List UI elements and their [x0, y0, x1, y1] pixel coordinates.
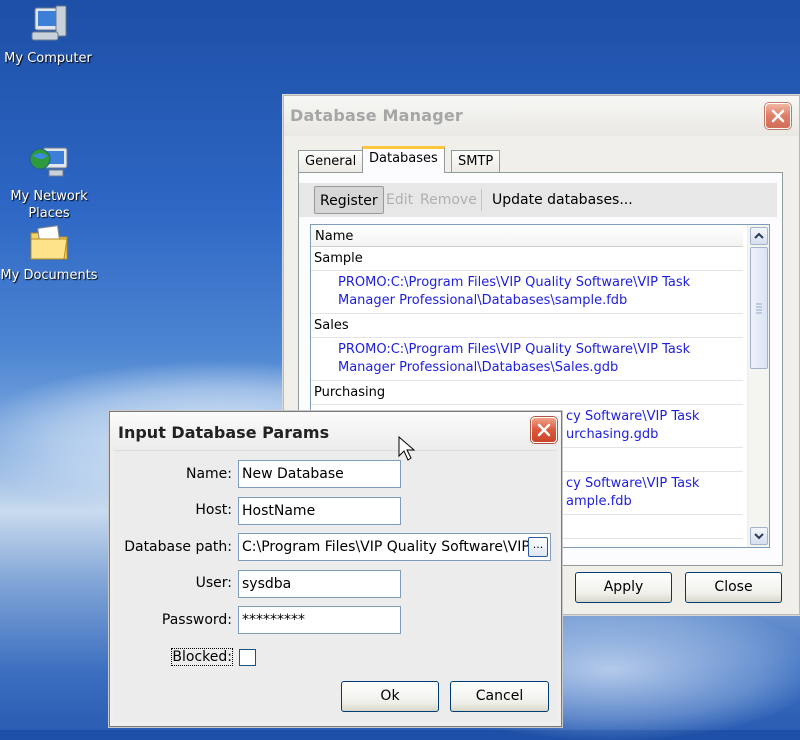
- desktop-icon-label: My Documents: [0, 268, 98, 283]
- grip-icon: [756, 303, 762, 314]
- scroll-down-button[interactable]: [750, 527, 768, 545]
- database-path-field[interactable]: C:\Program Files\VIP Quality Software\VI…: [238, 533, 551, 561]
- toolbar-separator: [481, 189, 482, 211]
- documents-folder-icon: [27, 221, 71, 265]
- mouse-pointer-icon: [398, 436, 416, 461]
- chevron-up-icon: [754, 232, 764, 239]
- password-label: Password:: [161, 612, 232, 628]
- ok-button[interactable]: Ok: [341, 681, 439, 712]
- tab-general[interactable]: General: [298, 150, 364, 172]
- scroll-thumb[interactable]: [750, 247, 768, 369]
- dialog-body: Name: New Database Host: HostName Databa…: [114, 450, 557, 722]
- remove-button[interactable]: Remove: [415, 186, 482, 214]
- host-field[interactable]: HostName: [238, 497, 401, 525]
- list-group-row[interactable]: Purchasing: [311, 381, 743, 405]
- desktop-icon-my-documents[interactable]: My Documents: [0, 221, 99, 284]
- close-dialog-button[interactable]: [531, 417, 557, 443]
- name-label: Name:: [185, 466, 232, 482]
- browse-button[interactable]: ...: [528, 537, 548, 557]
- list-group-row[interactable]: Sample: [311, 247, 743, 271]
- network-places-icon: [27, 125, 71, 177]
- edit-button[interactable]: Edit: [381, 186, 418, 214]
- blocked-checkbox[interactable]: [239, 649, 256, 666]
- blocked-label-text: Blocked:: [171, 648, 233, 666]
- desktop-icon-label: My Network Places: [10, 189, 88, 221]
- database-path-label: Database path:: [124, 539, 232, 555]
- vertical-scrollbar[interactable]: [747, 225, 769, 547]
- close-window-button[interactable]: [765, 103, 791, 129]
- close-icon: [537, 423, 551, 437]
- desktop-icon-label: My Computer: [4, 51, 92, 66]
- scroll-up-button[interactable]: [750, 227, 768, 245]
- blocked-label: Blocked:: [114, 648, 233, 666]
- title-bar[interactable]: Input Database Params: [110, 412, 561, 450]
- apply-button[interactable]: Apply: [575, 572, 672, 603]
- dialog-title: Input Database Params: [118, 423, 330, 442]
- column-header-name[interactable]: Name: [311, 225, 743, 247]
- window-title: Database Manager: [290, 106, 464, 125]
- close-button[interactable]: Close: [685, 572, 782, 603]
- desktop-icon-my-computer[interactable]: My Computer: [0, 4, 98, 67]
- password-field[interactable]: *********: [238, 606, 401, 634]
- toolbar: Register Edit Remove Update databases...: [299, 183, 777, 217]
- title-bar[interactable]: Database Manager: [284, 96, 799, 136]
- input-database-params-dialog: Input Database Params Name: New Database…: [109, 411, 562, 727]
- cancel-button[interactable]: Cancel: [450, 681, 549, 712]
- user-field[interactable]: sysdba: [238, 570, 401, 598]
- chevron-down-icon: [754, 533, 764, 540]
- list-item[interactable]: PROMO:C:\Program Files\VIP Quality Softw…: [311, 338, 743, 381]
- name-field[interactable]: New Database: [238, 460, 401, 488]
- user-label: User:: [195, 575, 232, 591]
- update-databases-button[interactable]: Update databases...: [487, 186, 638, 214]
- list-group-row[interactable]: Sales: [311, 314, 743, 338]
- host-label: Host:: [195, 502, 232, 518]
- desktop-icon-my-network-places[interactable]: My Network Places: [0, 108, 99, 239]
- tab-smtp[interactable]: SMTP: [451, 150, 501, 172]
- close-icon: [771, 109, 785, 123]
- list-item[interactable]: PROMO:C:\Program Files\VIP Quality Softw…: [311, 271, 743, 314]
- register-button[interactable]: Register: [314, 186, 384, 214]
- computer-icon: [26, 4, 70, 48]
- tab-databases[interactable]: Databases: [362, 146, 445, 173]
